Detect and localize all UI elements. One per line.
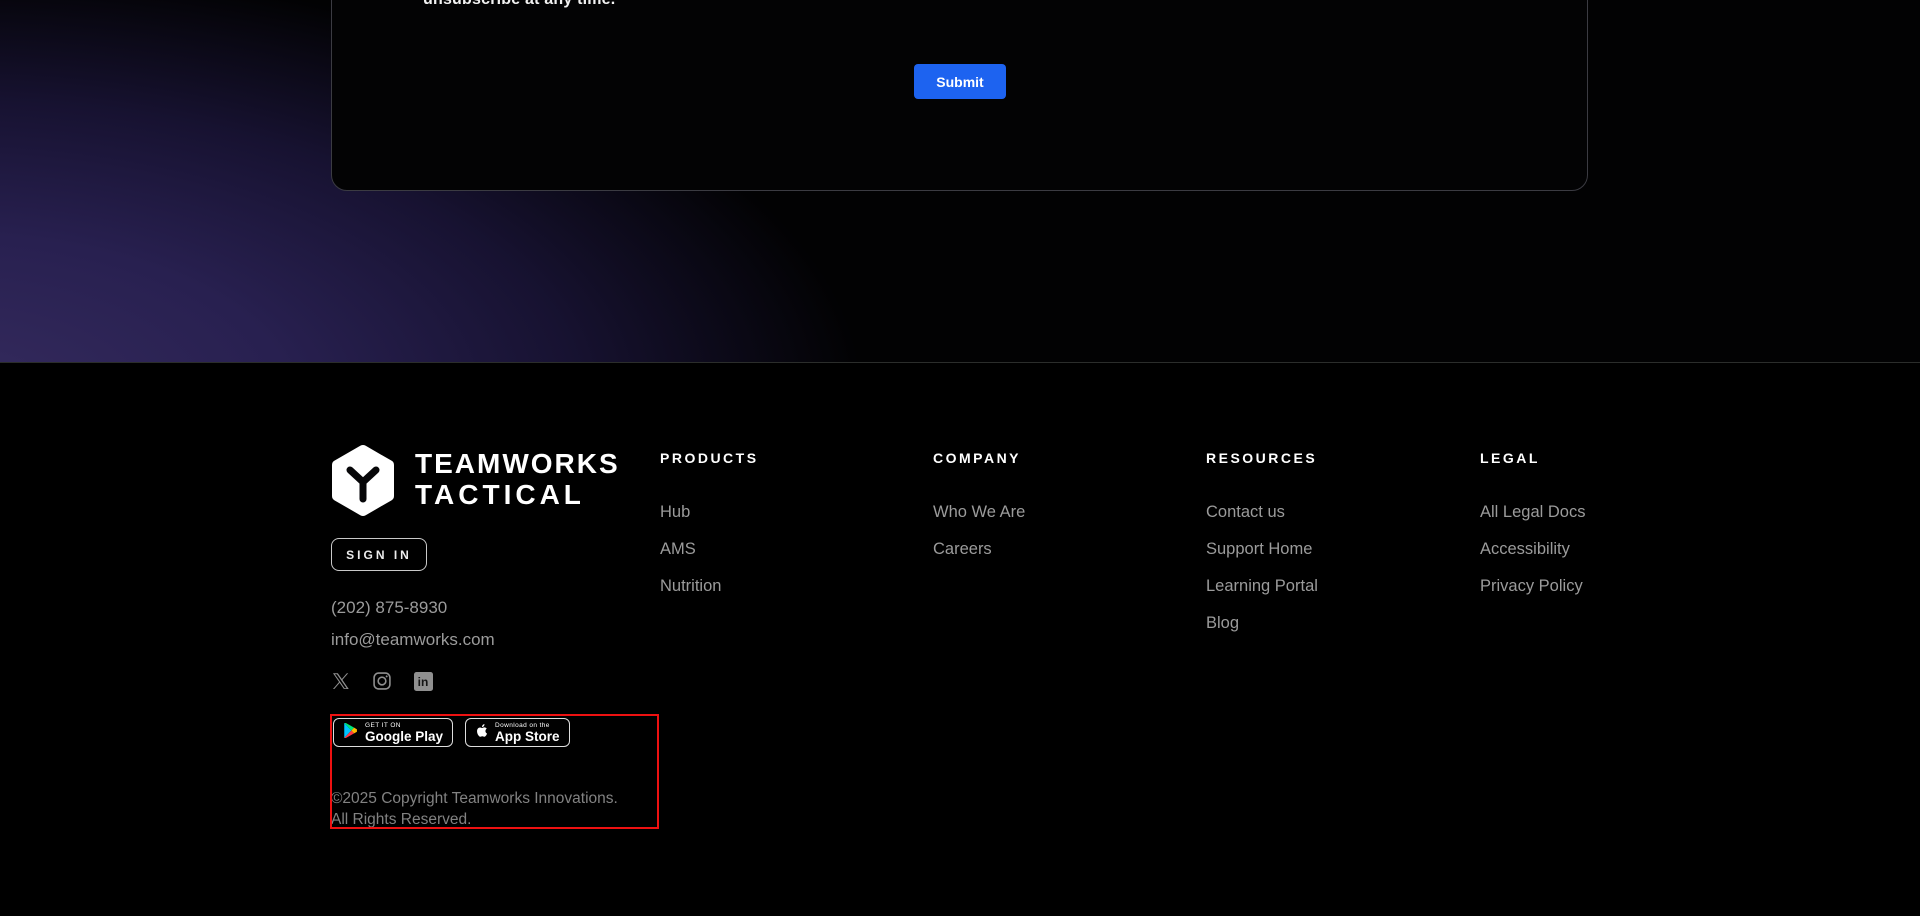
teamworks-hexagon-logo-icon — [330, 444, 396, 522]
column-heading-resources: RESOURCES — [1206, 450, 1318, 466]
phone-number[interactable]: (202) 875-8930 — [331, 598, 447, 618]
app-badges: GET IT ON Google Play Download on the Ap… — [333, 718, 570, 747]
linkedin-icon[interactable]: in — [413, 671, 433, 691]
footer: TEAMWORKS TACTICAL SIGN IN (202) 875-893… — [0, 364, 1920, 916]
column-heading-legal: LEGAL — [1480, 450, 1540, 466]
footer-link-all-legal-docs[interactable]: All Legal Docs — [1480, 503, 1730, 521]
app-store-label: App Store — [495, 728, 560, 744]
footer-link-support-home[interactable]: Support Home — [1206, 540, 1456, 558]
footer-link-accessibility[interactable]: Accessibility — [1480, 540, 1730, 558]
google-play-label: Google Play — [365, 728, 444, 744]
footer-column-products: PRODUCTS Hub AMS Nutrition — [660, 450, 910, 595]
social-links: in — [331, 671, 433, 691]
newsletter-card: unsubscribe at any time. Submit — [331, 0, 1588, 191]
brand-name-line1: TEAMWORKS — [415, 448, 620, 479]
footer-link-contact-us[interactable]: Contact us — [1206, 503, 1456, 521]
column-heading-company: COMPANY — [933, 450, 1022, 466]
footer-link-hub[interactable]: Hub — [660, 503, 910, 521]
footer-link-ams[interactable]: AMS — [660, 540, 910, 558]
column-heading-products: PRODUCTS — [660, 450, 759, 466]
footer-column-legal: LEGAL All Legal Docs Accessibility Priva… — [1480, 450, 1730, 595]
page: unsubscribe at any time. Submit TEAMWORK… — [0, 0, 1920, 916]
submit-button[interactable]: Submit — [914, 64, 1006, 99]
copyright-line1: ©2025 Copyright Teamworks Innovations. — [331, 790, 618, 807]
newsletter-disclaimer: unsubscribe at any time. — [423, 0, 615, 9]
footer-column-company: COMPANY Who We Are Careers — [933, 450, 1183, 558]
copyright-notice: ©2025 Copyright Teamworks Innovations. A… — [331, 788, 618, 830]
google-play-triangle-icon — [343, 722, 358, 744]
copyright-line2: All Rights Reserved. — [331, 811, 472, 828]
footer-link-who-we-are[interactable]: Who We Are — [933, 503, 1183, 521]
x-twitter-icon[interactable] — [331, 671, 351, 691]
footer-column-resources: RESOURCES Contact us Support Home Learni… — [1206, 450, 1456, 632]
footer-link-blog[interactable]: Blog — [1206, 614, 1456, 632]
footer-link-privacy-policy[interactable]: Privacy Policy — [1480, 577, 1730, 595]
apple-logo-icon — [475, 723, 488, 743]
brand-logo[interactable]: TEAMWORKS TACTICAL — [330, 444, 620, 522]
hero-section: unsubscribe at any time. Submit — [0, 0, 1920, 363]
footer-link-learning-portal[interactable]: Learning Portal — [1206, 577, 1456, 595]
email-address[interactable]: info@teamworks.com — [331, 630, 495, 650]
footer-link-nutrition[interactable]: Nutrition — [660, 577, 910, 595]
google-play-badge[interactable]: GET IT ON Google Play — [333, 718, 454, 747]
sign-in-button[interactable]: SIGN IN — [331, 538, 427, 571]
app-store-badge[interactable]: Download on the App Store — [465, 718, 570, 747]
brand-name-line2: TACTICAL — [415, 479, 585, 510]
brand-wordmark: TEAMWORKS TACTICAL — [415, 444, 620, 522]
instagram-icon[interactable] — [372, 671, 392, 691]
footer-link-careers[interactable]: Careers — [933, 540, 1183, 558]
